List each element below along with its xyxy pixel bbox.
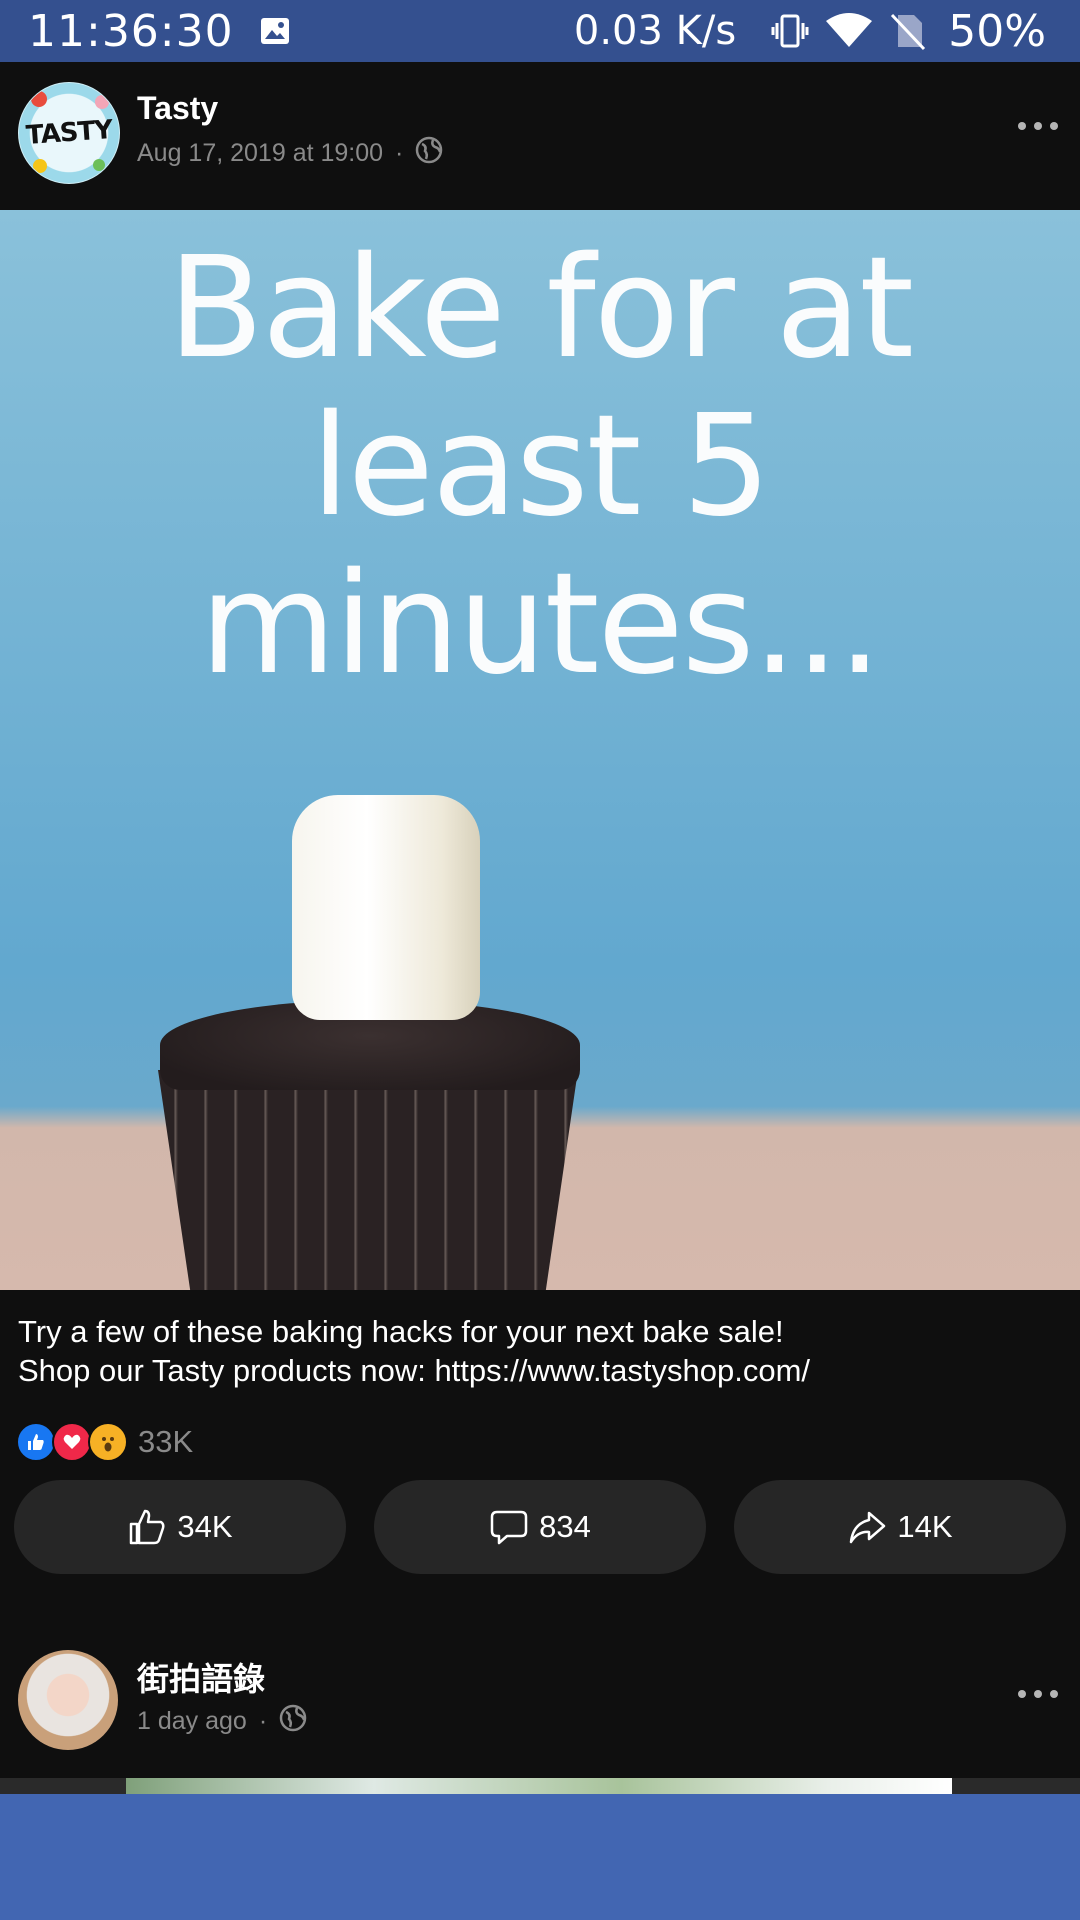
post-text: Try a few of these baking hacks for your… <box>18 1312 1058 1390</box>
meta-separator: · <box>395 139 404 167</box>
video-caption-line: least 5 <box>310 385 771 548</box>
more-dot <box>1018 122 1026 130</box>
cupcake-liner <box>158 1070 578 1290</box>
comment-icon <box>490 1510 528 1545</box>
no-sim-icon <box>888 11 928 51</box>
vibrate-icon <box>770 11 810 51</box>
avatar[interactable] <box>18 1650 118 1750</box>
post-meta: 1 day ago · <box>137 1704 307 1739</box>
share-icon <box>850 1511 886 1544</box>
avatar-logo-text: TASTY <box>24 115 114 151</box>
more-dot <box>1034 122 1042 130</box>
network-speed: 0.03 K/s <box>573 8 737 54</box>
love-reaction-icon <box>52 1422 92 1462</box>
post-meta: Aug 17, 2019 at 19:00 · <box>137 136 443 171</box>
post-image-content <box>126 1778 952 1794</box>
more-dot <box>1034 1690 1042 1698</box>
post-timestamp: 1 day ago <box>137 1707 247 1735</box>
post-text-line[interactable]: Shop our Tasty products now: https://www… <box>18 1351 1058 1390</box>
post-timestamp: Aug 17, 2019 at 19:00 <box>137 139 384 167</box>
share-count: 14K <box>897 1509 953 1544</box>
more-options-button[interactable] <box>1018 116 1058 136</box>
video-caption: Bake for at least 5 minutes... <box>0 230 1080 704</box>
more-dot <box>1018 1690 1026 1698</box>
reaction-count: 33K <box>138 1424 194 1459</box>
more-dot <box>1050 1690 1058 1698</box>
wifi-icon <box>824 11 874 51</box>
globe-icon <box>415 136 443 171</box>
reaction-summary[interactable]: 33K <box>16 1422 193 1462</box>
avatar[interactable]: TASTY <box>18 82 120 184</box>
author-name[interactable]: 街拍語錄 <box>137 1654 265 1700</box>
video-caption-line: minutes... <box>199 543 882 706</box>
thumbs-up-icon <box>130 1509 165 1545</box>
author-name[interactable]: Tasty <box>137 90 218 127</box>
video-caption-line: Bake for at <box>167 227 914 390</box>
post-header: TASTY Tasty Aug 17, 2019 at 19:00 · <box>0 62 1080 212</box>
share-button[interactable]: 14K <box>734 1480 1066 1574</box>
like-reaction-icon <box>16 1422 56 1462</box>
marshmallow <box>292 795 480 1020</box>
post-text-line: Try a few of these baking hacks for your… <box>18 1314 784 1349</box>
comment-count: 834 <box>539 1509 591 1544</box>
like-button[interactable]: 34K <box>14 1480 346 1574</box>
meta-separator: · <box>258 1707 268 1735</box>
like-count: 34K <box>177 1509 233 1544</box>
globe-icon <box>279 1704 307 1739</box>
more-options-button[interactable] <box>1018 1684 1058 1704</box>
post-image-partial[interactable] <box>0 1778 1080 1794</box>
battery-percentage: 50% <box>948 5 1046 57</box>
wow-reaction-icon <box>88 1422 128 1462</box>
post-video[interactable]: Bake for at least 5 minutes... <box>0 210 1080 1290</box>
status-time: 11:36:30 <box>28 5 234 57</box>
post-actions: 34K 834 14K <box>14 1480 1066 1574</box>
more-dot <box>1050 122 1058 130</box>
comment-button[interactable]: 834 <box>374 1480 706 1574</box>
post-header: 街拍語錄 1 day ago · <box>0 1630 1080 1780</box>
bottom-banner <box>0 1794 1080 1920</box>
gallery-icon <box>260 17 290 45</box>
status-bar: 11:36:30 0.03 K/s 50% <box>0 0 1080 62</box>
